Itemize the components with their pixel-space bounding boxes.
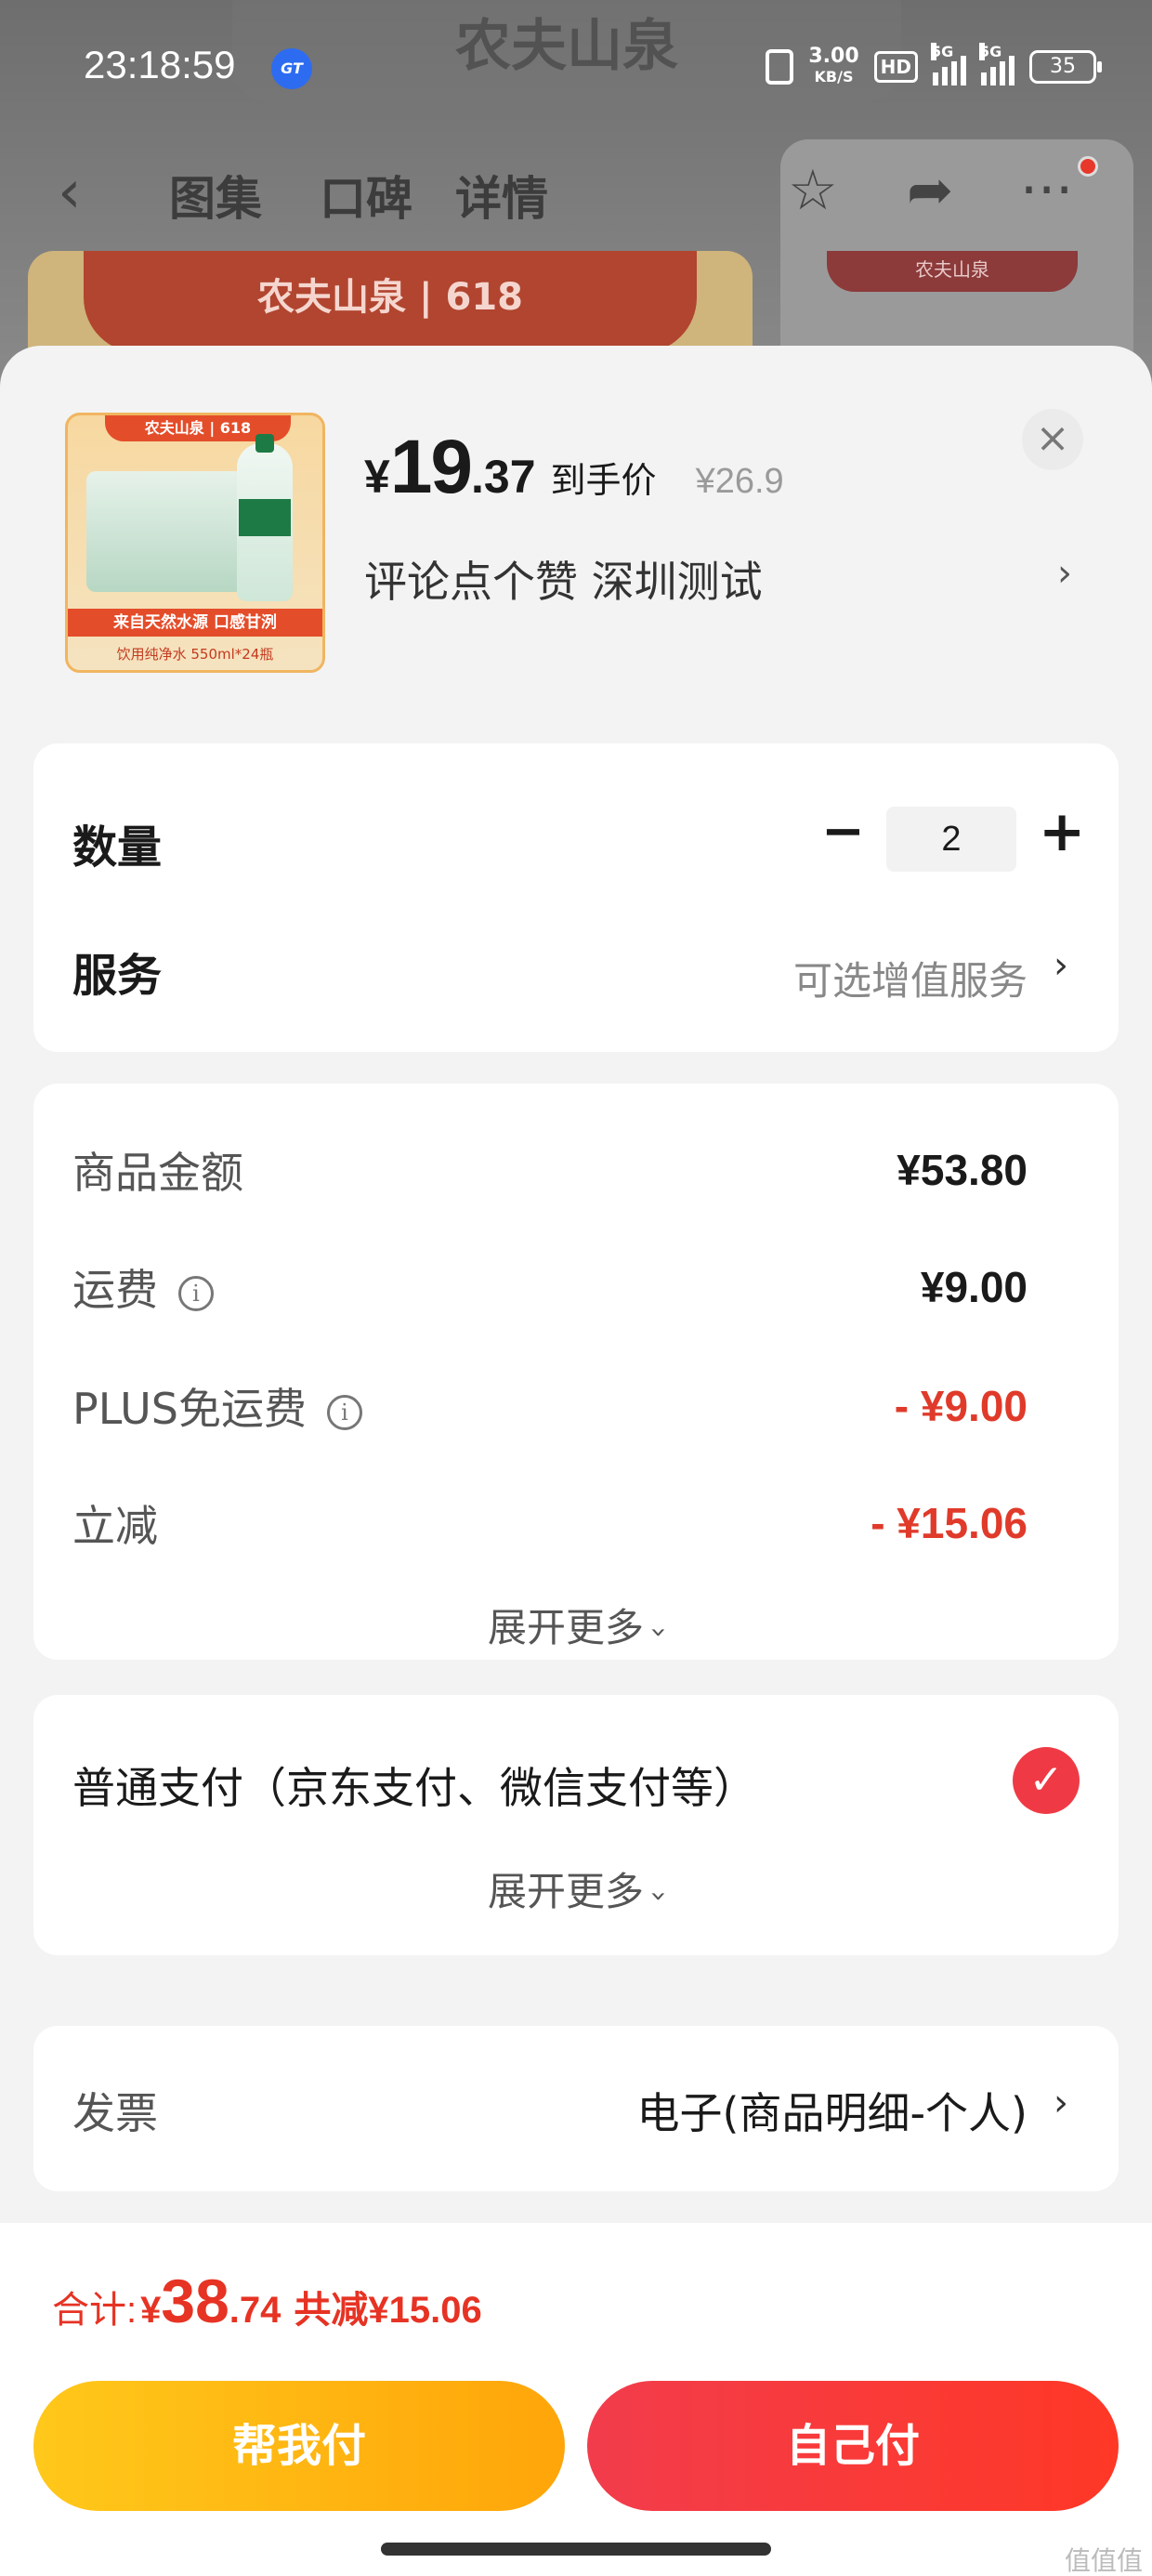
quantity-plus-button[interactable]: + [1039,799,1085,864]
payment-card: 普通支付（京东支付、微信支付等） ✓ 展开更多› [33,1695,1119,1955]
total-price: 合计: ¥ 38 .74 共减¥15.06 [52,2267,482,2335]
chevron-right-icon[interactable]: › [1057,552,1072,595]
battery-icon: 35 [1029,50,1102,84]
thumbnail-slogan: 来自天然水源 口感甘洌 [68,609,322,637]
background-badge: 618 [445,276,523,319]
discount-label: 立减 [72,1501,158,1551]
home-indicator[interactable] [381,2543,771,2556]
info-icon[interactable]: i [178,1275,214,1311]
quantity-input[interactable]: 2 [886,807,1016,872]
discount-value: - ¥15.06 [871,1499,1028,1547]
expand-more-button[interactable]: 展开更多› [33,1860,1119,1917]
more-dots-icon[interactable]: ··· [1020,158,1073,223]
signal-icon: 5G [931,43,966,85]
vibrate-icon [766,49,794,85]
notification-dot [1078,156,1098,177]
help-me-pay-button[interactable]: 帮我付 [33,2381,565,2511]
chevron-right-icon[interactable]: › [1054,2082,1068,2124]
network-speed: 3.00 KB/S [808,45,859,86]
shipping-value: ¥9.00 [920,1263,1028,1311]
quantity-label: 数量 [72,821,163,874]
service-option[interactable]: 可选增值服务 [793,950,1028,1006]
pay-myself-button[interactable]: 自己付 [587,2381,1119,2511]
check-icon[interactable]: ✓ [1013,1747,1080,1814]
tab-gallery[interactable]: 图集 [169,162,262,229]
chevron-right-icon[interactable]: › [1054,944,1068,987]
original-price: ¥26.9 [695,462,784,501]
amount-row-value: ¥53.80 [897,1146,1028,1194]
price-symbol: ¥ [364,451,390,503]
amount-row-label: 商品金额 [72,1148,243,1198]
thumbnail-spec: 饮用纯净水 550ml*24瓶 [116,646,274,663]
amount-card: 商品金额 ¥53.80 运费 i ¥9.00 PLUS免运费 i - ¥9.00 立… [33,1084,1119,1660]
signal-icon-2: 5G [979,43,1015,85]
back-arrow-icon[interactable]: ‹ [58,158,82,227]
product-nav-bar: ‹ 图集 口碑 详情 ☆ ➦ ··· [0,139,1152,242]
favorite-star-icon[interactable]: ☆ [788,158,838,223]
invoice-card[interactable]: 发票 电子(商品明细-个人) › [33,2026,1119,2191]
info-icon[interactable]: i [326,1394,362,1430]
chevron-down-icon: › [642,1626,675,1638]
share-icon[interactable]: ➦ [907,158,953,223]
gt-app-icon: GT [271,48,312,89]
background-brand: 农夫山泉 [257,276,407,319]
invoice-label: 发票 [72,2088,158,2138]
tab-reviews[interactable]: 口碑 [320,162,412,229]
checkout-footer: 合计: ¥ 38 .74 共减¥15.06 帮我付 自己付 值值值 [0,2223,1152,2576]
watermark-logo: 值值值 [1064,2545,1143,2576]
price-label: 到手价 [550,460,657,501]
background-bottle-label: 农夫山泉 [827,251,1078,292]
price-decimal: .37 [471,451,536,503]
tab-details[interactable]: 详情 [455,162,548,229]
water-pack-image [86,471,244,592]
service-label: 服务 [72,950,163,1002]
total-discount: 共减¥15.06 [294,2290,482,2331]
quantity-minus-button[interactable]: − [821,801,865,861]
close-icon[interactable]: × [1022,409,1083,470]
spec-selector[interactable]: 评论点个赞 深圳测试 [364,548,763,610]
status-bar: 23:18:59 GT 3.00 KB/S HD 5G 5G 35 [0,0,1152,130]
plus-free-shipping-label: PLUS免运费 i [72,1375,362,1437]
hd-icon: HD [873,51,918,83]
payment-method-label[interactable]: 普通支付（京东支付、微信支付等） [72,1755,756,1816]
product-thumbnail[interactable]: 农夫山泉 | 618 来自天然水源 口感甘洌 饮用纯净水 550ml*24瓶 [65,413,325,673]
price-integer: 19 [389,425,473,509]
plus-free-shipping-value: - ¥9.00 [894,1382,1028,1430]
shipping-label: 运费 i [72,1256,214,1318]
quantity-card: 数量 − 2 + 服务 可选增值服务 › [33,743,1119,1052]
chevron-down-icon: › [642,1890,675,1902]
invoice-value: 电子(商品明细-个人) [636,2088,1028,2138]
price-row: ¥ 19 .37 到手价 ¥26.9 [364,424,784,511]
expand-more-button[interactable]: 展开更多› [33,1597,1119,1653]
status-time: 23:18:59 [84,43,236,86]
